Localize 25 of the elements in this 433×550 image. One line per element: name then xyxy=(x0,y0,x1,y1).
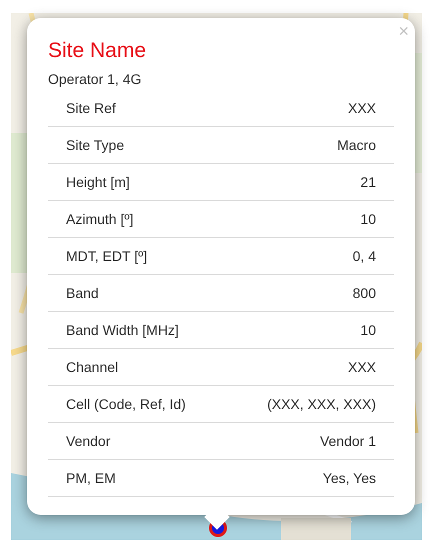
field-value: 10 xyxy=(360,210,376,228)
field-value: 10 xyxy=(360,320,376,340)
field-value: Yes, Yes xyxy=(322,468,376,488)
field-value: (XXX, XXX, XXX) xyxy=(267,394,376,414)
field-label: Cell (Code, Ref, Id) xyxy=(66,394,186,414)
field-value: 21 xyxy=(360,172,376,192)
field-label: Height [m] xyxy=(66,172,130,192)
field-label: Vendor xyxy=(66,432,110,450)
field-value: 800 xyxy=(352,284,376,302)
popup-title: Site Name xyxy=(48,38,146,64)
field-value: XXX xyxy=(348,98,376,118)
field-label: Site Type xyxy=(66,136,124,155)
field-value: 0, 4 xyxy=(352,246,376,266)
field-label: Site Ref xyxy=(66,98,116,118)
close-button[interactable]: × xyxy=(398,22,409,40)
field-label: Band xyxy=(66,284,99,302)
field-label: Channel xyxy=(66,358,118,376)
field-label: Azimuth [º] xyxy=(66,210,134,229)
field-value: Vendor 1 xyxy=(320,432,376,450)
field-label: MDT, EDT [º] xyxy=(66,246,148,266)
field-value: Macro xyxy=(337,136,376,154)
field-value: XXX xyxy=(348,358,376,376)
field-label: PM, EM xyxy=(66,468,116,488)
field-label: Band Width [MHz] xyxy=(66,320,179,340)
popup-subtitle: Operator 1, 4G xyxy=(48,70,142,88)
